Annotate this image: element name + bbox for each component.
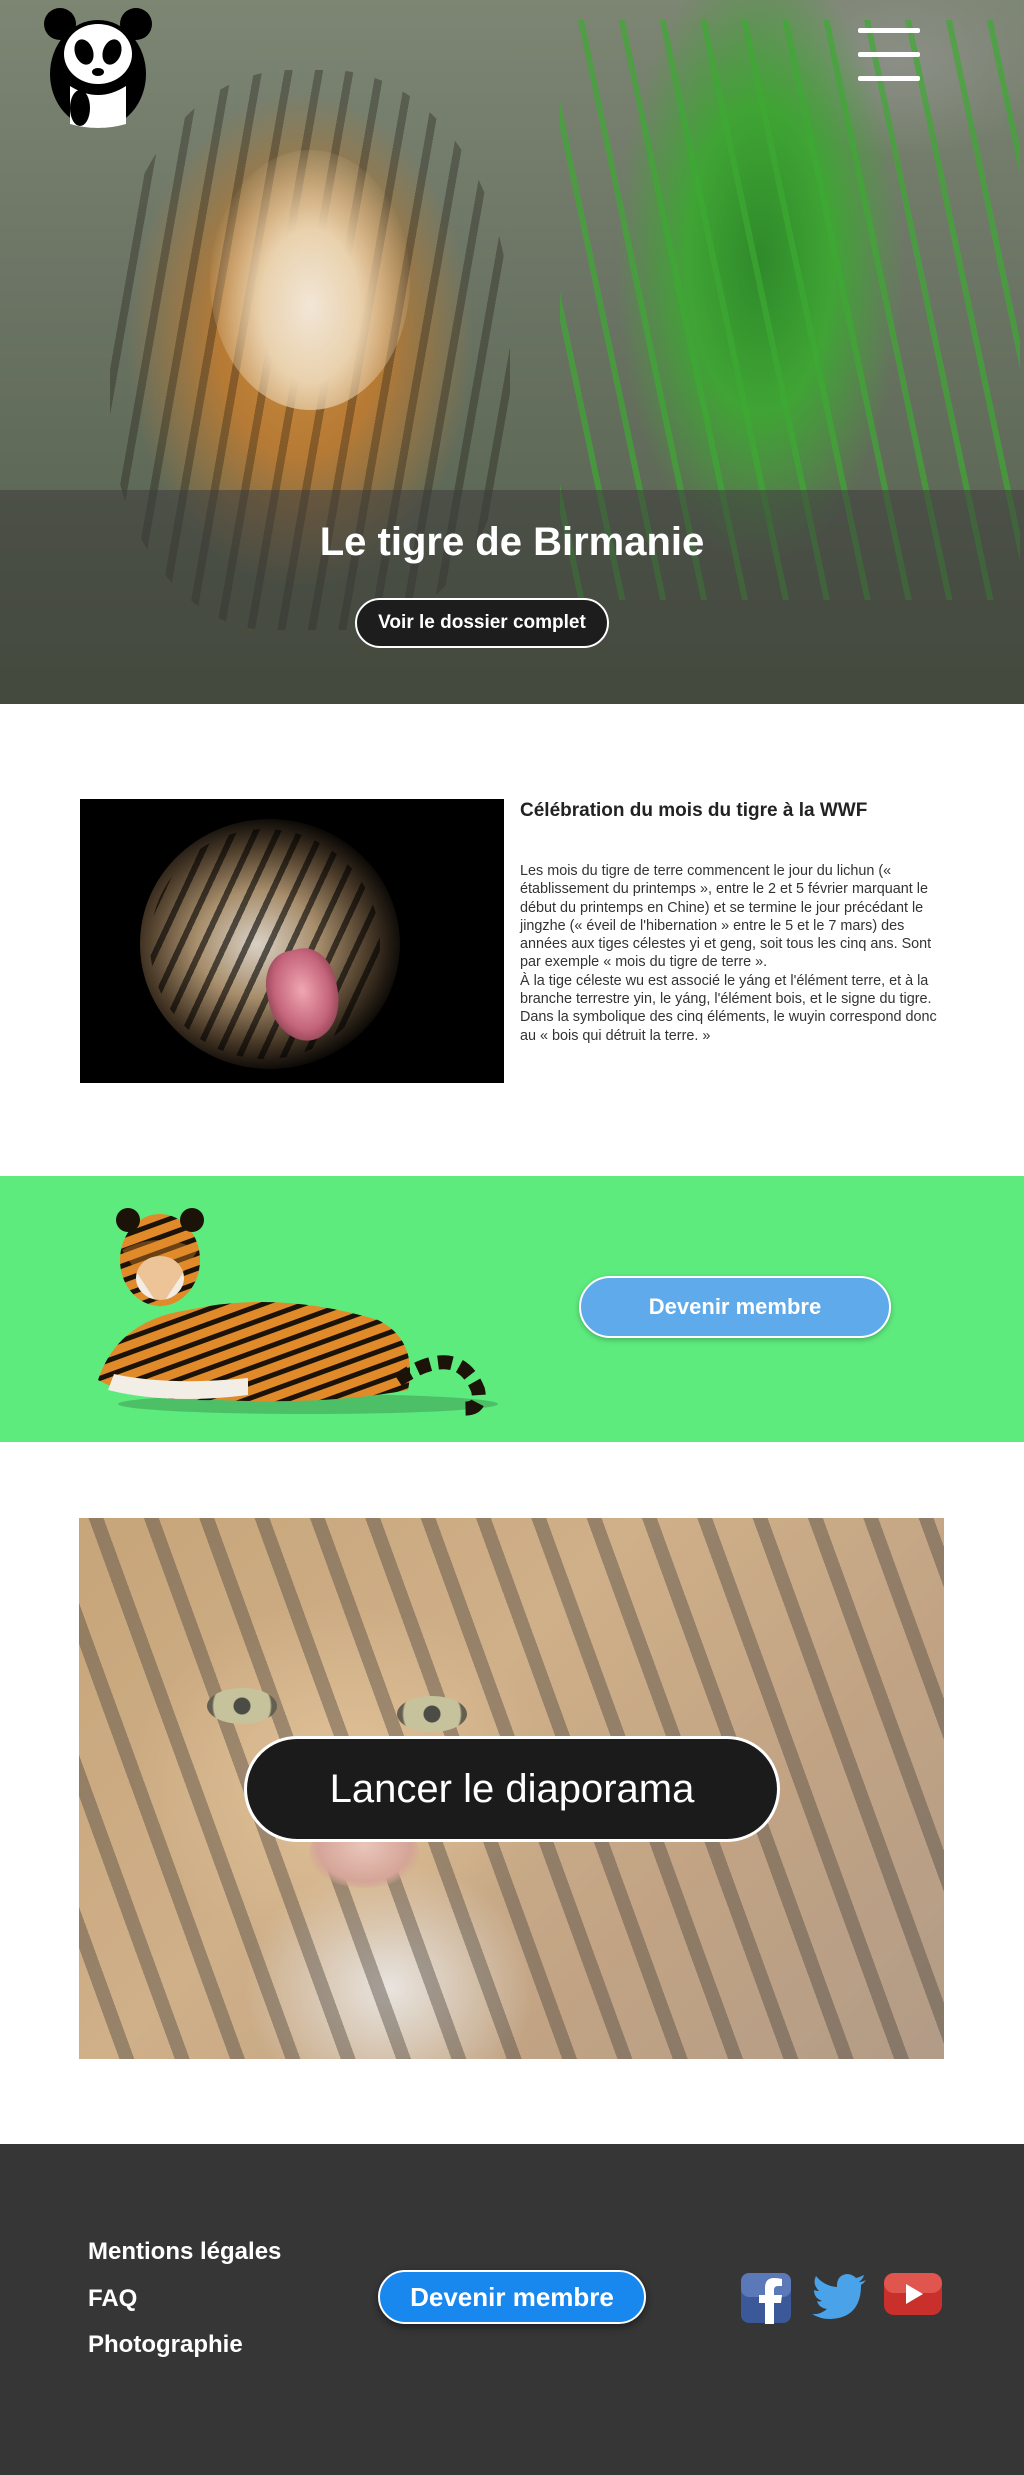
lying-tiger-photo bbox=[78, 1190, 508, 1420]
footer-link-legal-notice[interactable]: Mentions légales bbox=[88, 2238, 281, 2266]
view-full-dossier-button[interactable]: Voir le dossier complet bbox=[355, 598, 609, 648]
footer-become-member-button[interactable]: Devenir membre bbox=[378, 2270, 646, 2324]
start-slideshow-button[interactable]: Lancer le diaporama bbox=[244, 1736, 780, 1842]
hero-tiger-face bbox=[210, 150, 410, 410]
facebook-icon[interactable] bbox=[740, 2272, 792, 2329]
footer-link-faq[interactable]: FAQ bbox=[88, 2285, 137, 2313]
youtube-icon[interactable] bbox=[883, 2272, 943, 2321]
article-title: Célébration du mois du tigre à la WWF bbox=[520, 800, 868, 821]
article-body: Les mois du tigre de terre commencent le… bbox=[520, 863, 937, 1044]
panda-logo-icon[interactable] bbox=[40, 8, 156, 130]
hero-title: Le tigre de Birmanie bbox=[319, 520, 705, 564]
twitter-icon[interactable] bbox=[812, 2272, 868, 2329]
roaring-tiger-photo bbox=[80, 799, 504, 1083]
become-member-button[interactable]: Devenir membre bbox=[579, 1276, 891, 1338]
hamburger-menu-icon[interactable] bbox=[858, 28, 920, 84]
footer-link-photography[interactable]: Photographie bbox=[88, 2331, 243, 2359]
